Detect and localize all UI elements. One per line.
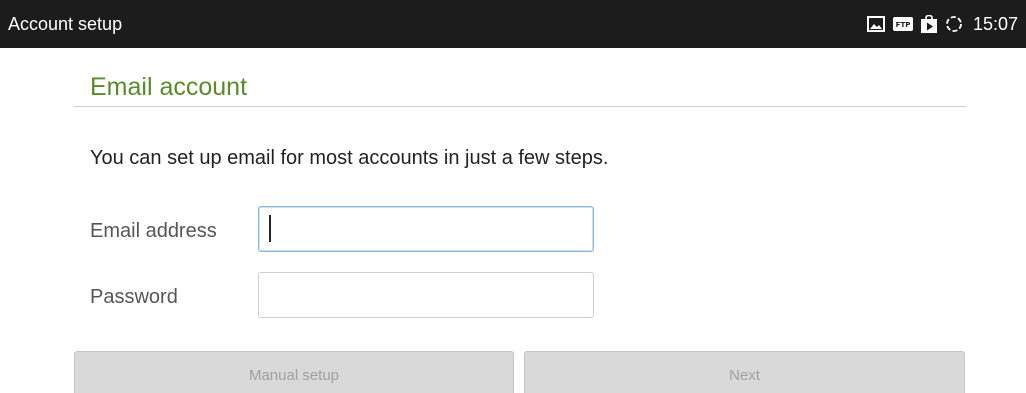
image-icon — [866, 16, 885, 32]
ftp-icon: FTP — [892, 17, 913, 31]
status-bar: Account setup FTP 15:07 — [0, 0, 1026, 48]
screen-title: Account setup — [8, 14, 123, 34]
password-field[interactable] — [258, 272, 594, 318]
email-field[interactable] — [258, 206, 594, 252]
text-cursor — [269, 215, 271, 242]
email-label: Email address — [90, 220, 217, 242]
manual-setup-button[interactable]: Manual setup — [74, 351, 514, 393]
clock: 15:07 — [972, 14, 1018, 34]
svg-text:FTP: FTP — [896, 21, 911, 29]
next-button[interactable]: Next — [524, 351, 965, 393]
play-store-icon — [920, 15, 937, 33]
status-icons: FTP 15:07 — [866, 12, 1018, 36]
section-title: Email account — [90, 73, 248, 101]
password-label: Password — [90, 286, 178, 308]
section-divider — [74, 106, 966, 107]
sync-icon — [945, 15, 963, 33]
account-setup-screen: Account setup FTP 15:07 Email account Yo… — [0, 0, 1026, 393]
intro-text: You can set up email for most accounts i… — [90, 147, 609, 169]
